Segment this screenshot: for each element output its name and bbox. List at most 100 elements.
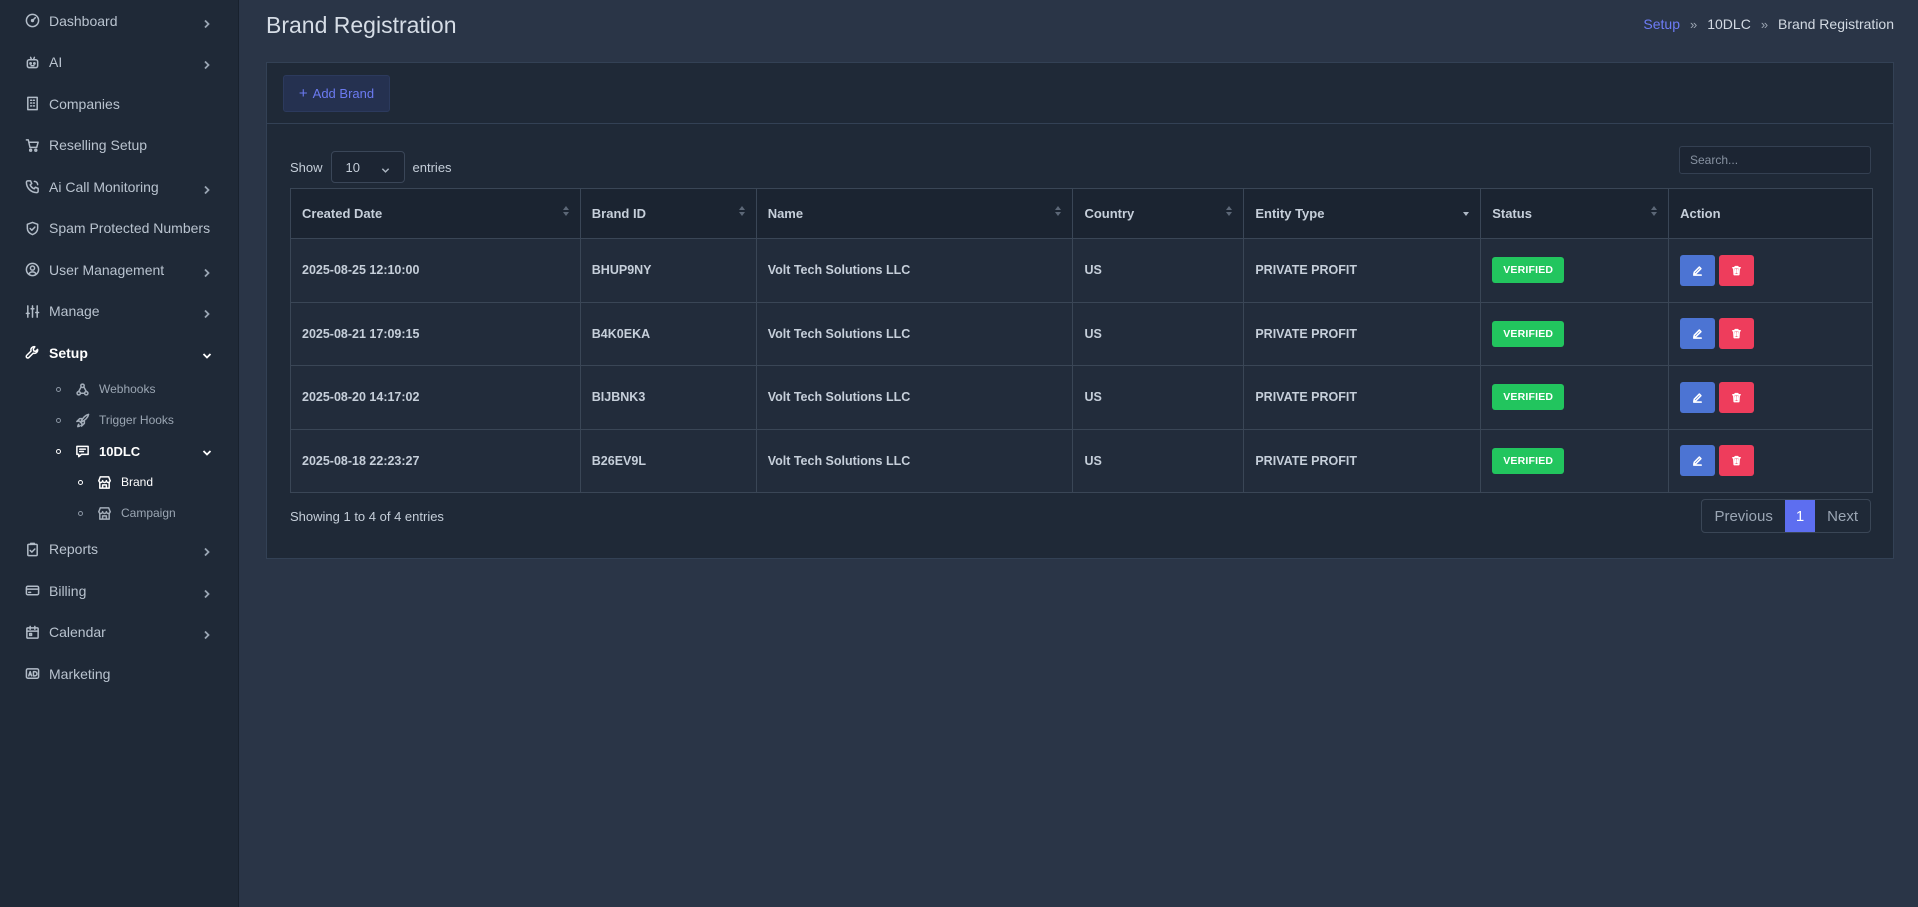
sidebar-item-setup[interactable]: Setup [0, 332, 238, 374]
cell-country: US [1072, 428, 1245, 493]
cell-entity-type: PRIVATE PROFIT [1243, 365, 1482, 430]
ad-icon [24, 666, 40, 682]
page-size-select[interactable]: 10 [330, 151, 405, 183]
cell-entity-type: PRIVATE PROFIT [1243, 238, 1482, 303]
sidebar-subitem-brand[interactable]: Brand [0, 467, 238, 498]
table-row: 2025-08-18 22:23:27 B26EV9L Volt Tech So… [290, 428, 1873, 493]
10dlc-submenu: Brand Campaign [0, 467, 238, 529]
brand-card: + Add Brand Show 10 entries Created Date… [266, 62, 1894, 559]
sidebar-item-label: Ai Call Monitoring [49, 178, 159, 195]
column-header-country[interactable]: Country [1072, 188, 1245, 239]
chevron-right-icon [202, 586, 212, 598]
cell-name: Volt Tech Solutions LLC [755, 365, 1074, 430]
sidebar-item-label: Manage [49, 303, 100, 320]
sidebar-subitem-webhooks[interactable]: Webhooks [0, 374, 238, 405]
message-icon [75, 443, 91, 459]
dashboard-icon [24, 13, 40, 29]
bullet-icon [56, 386, 61, 392]
cell-action [1668, 301, 1873, 366]
user-circle-icon [24, 262, 40, 278]
search-input[interactable] [1679, 146, 1871, 174]
sidebar-item-label: Spam Protected Numbers [49, 220, 211, 237]
delete-button[interactable] [1719, 318, 1755, 350]
chevron-down-icon [381, 163, 390, 173]
cell-status: VERIFIED [1480, 428, 1670, 493]
cell-brand-id: B26EV9L [579, 428, 757, 493]
sidebar-subitem-trigger-hooks[interactable]: Trigger Hooks [0, 405, 238, 436]
sidebar-item-spam-protected-numbers[interactable]: Spam Protected Numbers [0, 208, 238, 250]
sidebar-item-reselling-setup[interactable]: Reselling Setup [0, 125, 238, 167]
delete-button[interactable] [1719, 381, 1755, 413]
sidebar-item-label: Dashboard [49, 12, 118, 29]
breadcrumb-setup-link[interactable]: Setup [1643, 16, 1680, 32]
cell-entity-type: PRIVATE PROFIT [1243, 428, 1482, 493]
cell-name: Volt Tech Solutions LLC [755, 238, 1074, 303]
pencil-icon [1693, 393, 1703, 403]
sidebar-item-manage[interactable]: Manage [0, 291, 238, 333]
sidebar-item-label: Calendar [49, 624, 106, 641]
setup-submenu: Webhooks Trigger Hooks 10DLC Brand Campa… [0, 374, 238, 529]
cell-status: VERIFIED [1480, 365, 1670, 430]
pagination-previous[interactable]: Previous [1702, 500, 1784, 532]
column-header-entity-type[interactable]: Entity Type [1243, 188, 1482, 239]
chevron-right-icon [202, 306, 212, 319]
edit-button[interactable] [1680, 381, 1716, 413]
sidebar: Dashboard AI Companies Reselling Setup A… [0, 0, 239, 907]
chevron-right-icon [202, 627, 212, 640]
sort-icon [1226, 204, 1233, 218]
sidebar-item-billing[interactable]: Billing [0, 570, 238, 612]
pagination-next[interactable]: Next [1815, 500, 1870, 532]
trash-icon [1732, 265, 1742, 276]
sidebar-item-ai-call-monitoring[interactable]: Ai Call Monitoring [0, 166, 238, 208]
sidebar-item-reports[interactable]: Reports [0, 529, 238, 571]
add-brand-button[interactable]: + Add Brand [283, 75, 390, 112]
chevron-right-icon [202, 544, 212, 557]
calendar-icon [24, 624, 40, 640]
sidebar-item-label: Marketing [49, 665, 111, 682]
chevron-down-icon [202, 348, 212, 359]
pagination-page-1[interactable]: 1 [1784, 500, 1816, 532]
edit-button[interactable] [1680, 445, 1716, 477]
edit-button[interactable] [1680, 254, 1716, 286]
sidebar-item-companies[interactable]: Companies [0, 83, 238, 125]
sidebar-item-label: Companies [49, 95, 120, 112]
column-header-created-date[interactable]: Created Date [290, 188, 581, 239]
delete-button[interactable] [1719, 254, 1755, 286]
sidebar-subitem-label: Campaign [121, 506, 176, 520]
sidebar-subitem-campaign[interactable]: Campaign [0, 498, 238, 529]
column-header-status[interactable]: Status [1480, 188, 1670, 239]
edit-button[interactable] [1680, 318, 1716, 350]
table-row: 2025-08-20 14:17:02 BIJBNK3 Volt Tech So… [290, 365, 1873, 430]
sidebar-subitem-10dlc[interactable]: 10DLC [0, 436, 238, 467]
column-header-brand-id[interactable]: Brand ID [579, 188, 757, 239]
delete-button[interactable] [1719, 445, 1755, 477]
cell-status: VERIFIED [1480, 238, 1670, 303]
sidebar-item-ai[interactable]: AI [0, 42, 238, 84]
column-label: Status [1492, 206, 1532, 221]
pagination: Previous 1 Next [1701, 499, 1871, 533]
cell-action [1668, 365, 1873, 430]
column-header-name[interactable]: Name [755, 188, 1074, 239]
sidebar-item-label: Reports [49, 541, 99, 558]
phone-icon [24, 179, 40, 195]
sidebar-item-user-management[interactable]: User Management [0, 249, 238, 291]
sidebar-item-label: Billing [49, 582, 87, 599]
breadcrumb: Setup » 10DLC » Brand Registration [1643, 16, 1894, 32]
plus-icon: + [298, 85, 308, 102]
sidebar-item-calendar[interactable]: Calendar [0, 612, 238, 654]
trash-icon [1732, 392, 1742, 403]
sort-icon [738, 204, 746, 218]
sidebar-item-dashboard[interactable]: Dashboard [0, 0, 238, 42]
status-badge: VERIFIED [1492, 447, 1565, 474]
pencil-icon [1693, 266, 1703, 276]
sidebar-item-marketing[interactable]: Marketing [0, 653, 238, 695]
sidebar-item-label: User Management [49, 261, 165, 278]
chevron-right-icon [202, 16, 212, 28]
brand-table: Created Date Brand ID Name Country Entit… [290, 188, 1873, 493]
sidebar-item-label: Setup [49, 344, 88, 361]
column-label: Action [1680, 206, 1721, 221]
sort-desc-icon [1463, 204, 1470, 218]
cell-status: VERIFIED [1480, 301, 1670, 366]
chevron-right-icon [202, 57, 212, 70]
column-label: Created Date [302, 206, 383, 221]
